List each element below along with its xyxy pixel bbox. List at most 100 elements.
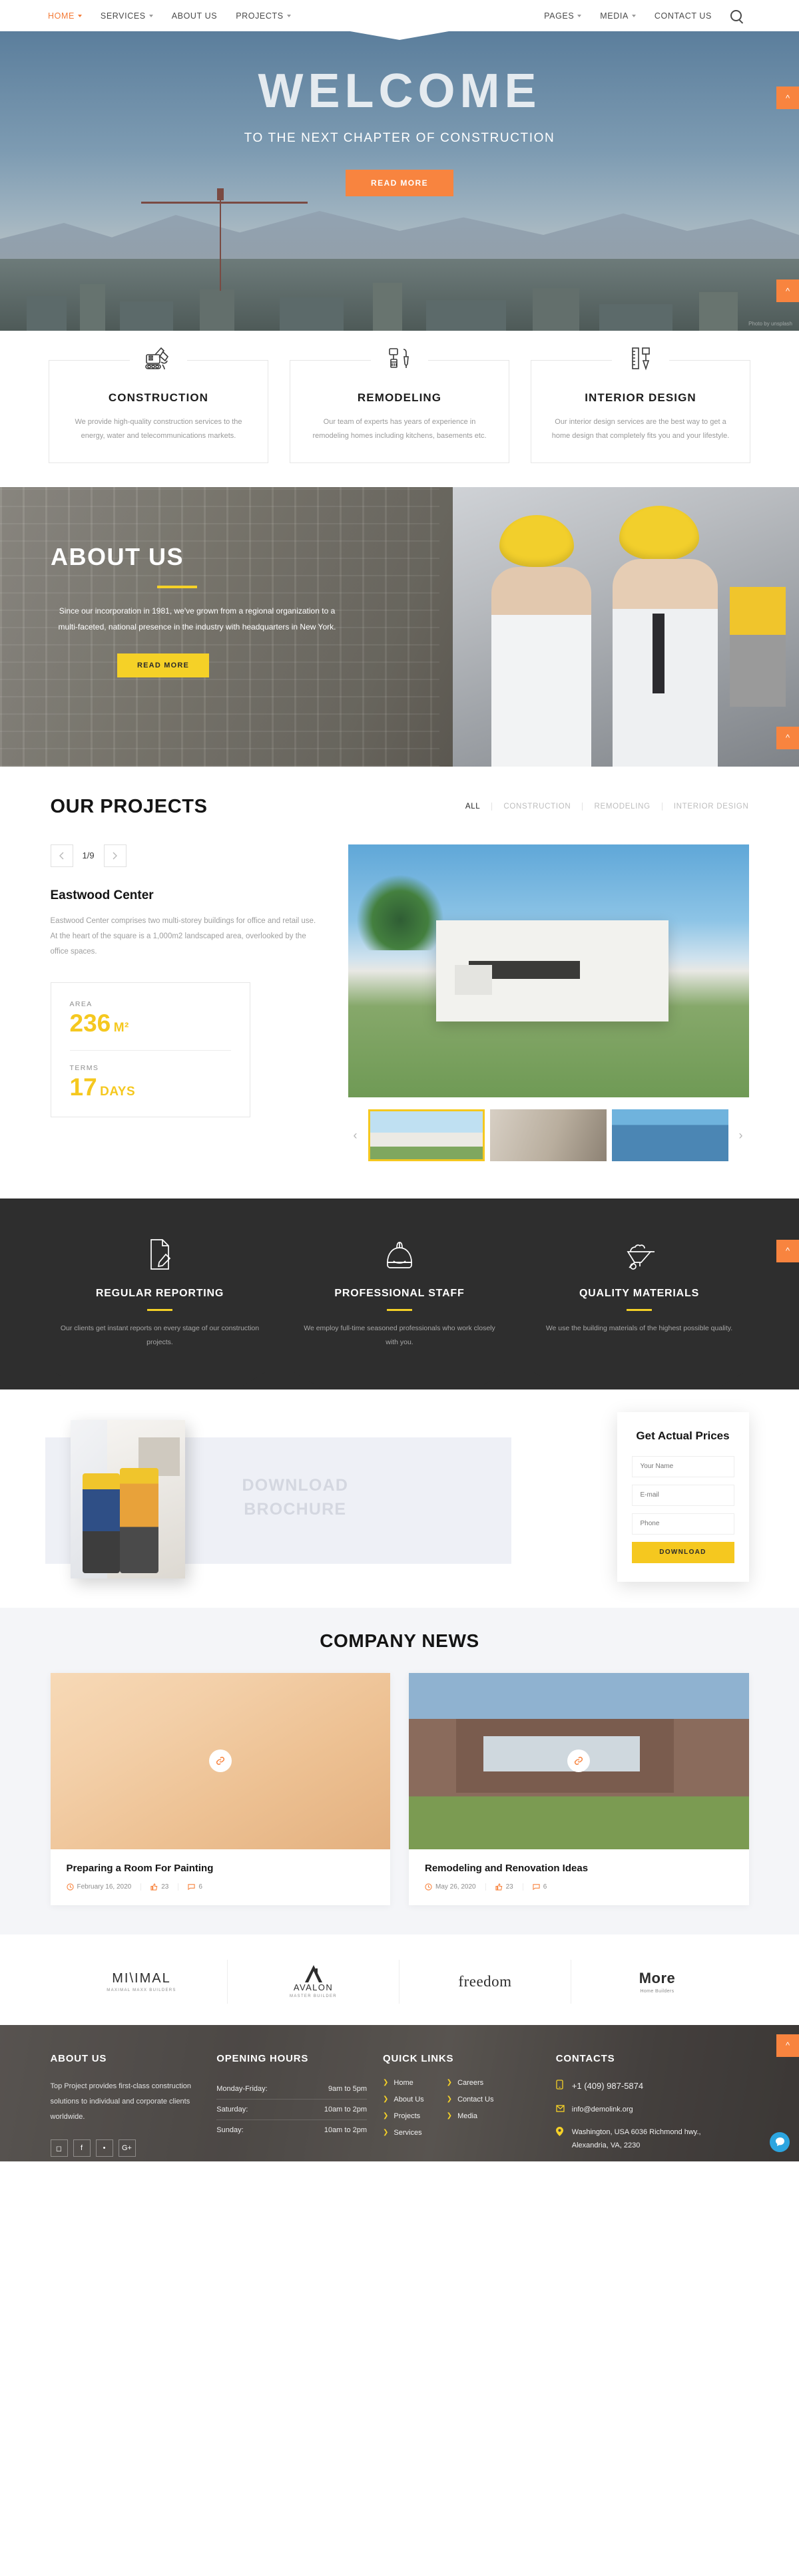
quick-link-contact-us[interactable]: ❯ Contact Us bbox=[447, 2096, 494, 2104]
quick-link-careers[interactable]: ❯ Careers bbox=[447, 2079, 494, 2087]
worker-figure bbox=[491, 566, 591, 767]
footer-heading: QUICK LINKS bbox=[383, 2052, 454, 2064]
contact-email[interactable]: info@demolink.org bbox=[556, 2104, 733, 2117]
search-icon[interactable] bbox=[730, 10, 742, 21]
comment-icon bbox=[188, 1884, 195, 1891]
news-date: May 26, 2020 bbox=[425, 1883, 486, 1891]
filter-all[interactable]: ALL bbox=[454, 803, 493, 811]
nav-label: PROJECTS bbox=[236, 11, 284, 21]
service-card-interior-design[interactable]: INTERIOR DESIGN Our interior design serv… bbox=[531, 343, 750, 463]
nav-item-home[interactable]: HOME bbox=[48, 11, 82, 21]
thumbnail-1[interactable] bbox=[368, 1109, 485, 1161]
about-content: ABOUT US Since our incorporation in 1981… bbox=[0, 487, 360, 677]
chat-icon[interactable] bbox=[770, 2131, 790, 2152]
facebook-icon[interactable]: f bbox=[73, 2139, 91, 2157]
palm-trees bbox=[356, 874, 444, 951]
scroll-up-button[interactable]: ^ bbox=[776, 726, 799, 749]
crane-icon bbox=[141, 188, 308, 291]
news-card[interactable]: Preparing a Room For Painting February 1… bbox=[50, 1672, 390, 1905]
footer-about-column: ABOUT US Top Project provides first-clas… bbox=[50, 2052, 217, 2161]
link-icon[interactable] bbox=[208, 1749, 232, 1773]
service-card-construction[interactable]: CONSTRUCTION We provide high-quality con… bbox=[49, 343, 268, 463]
thumbs-next-button[interactable]: › bbox=[734, 1129, 748, 1141]
about-read-more-button[interactable]: READ MORE bbox=[117, 653, 210, 677]
link-icon[interactable] bbox=[567, 1749, 591, 1773]
house-windows bbox=[483, 1736, 641, 1772]
contact-phone[interactable]: +1 (409) 987-5874 bbox=[556, 2079, 733, 2094]
chevron-right-icon: ❯ bbox=[383, 2129, 389, 2137]
filter-construction[interactable]: CONSTRUCTION bbox=[492, 803, 583, 811]
quick-link-media[interactable]: ❯ Media bbox=[447, 2112, 494, 2120]
thumbs-prev-button[interactable]: ‹ bbox=[348, 1129, 363, 1141]
feature-title: QUALITY MATERIALS bbox=[579, 1287, 700, 1299]
nav-item-pages[interactable]: PAGES bbox=[544, 11, 582, 21]
quick-link-projects[interactable]: ❯ Projects bbox=[383, 2112, 424, 2120]
partner-logo-avalon[interactable]: AVALON MASTER BUILDER bbox=[228, 1959, 400, 2004]
thumbnail-3[interactable] bbox=[611, 1109, 728, 1161]
partner-logo-freedom[interactable]: freedom bbox=[400, 1959, 571, 2004]
phone-field[interactable] bbox=[631, 1513, 734, 1535]
filter-remodeling[interactable]: REMODELING bbox=[583, 803, 663, 811]
scroll-up-button[interactable]: ^ bbox=[776, 2034, 799, 2057]
building bbox=[280, 297, 344, 331]
quick-links-col-1: ❯ Home ❯ About Us ❯ Projects ❯ Services bbox=[383, 2079, 424, 2145]
feature-title: PROFESSIONAL STAFF bbox=[334, 1287, 465, 1299]
email-field[interactable] bbox=[631, 1484, 734, 1506]
brochure-cover-image[interactable] bbox=[70, 1419, 185, 1578]
quick-link-home[interactable]: ❯ Home bbox=[383, 2079, 424, 2087]
stat-unit: M² bbox=[113, 1020, 129, 1035]
stat-unit: DAYS bbox=[100, 1084, 136, 1099]
nav-item-projects[interactable]: PROJECTS bbox=[236, 11, 291, 21]
likes-count: 23 bbox=[161, 1883, 169, 1891]
scroll-up-button[interactable]: ^ bbox=[776, 1239, 799, 1262]
footer-heading: ABOUT US bbox=[50, 2052, 107, 2064]
scroll-up-button[interactable]: ^ bbox=[776, 279, 799, 302]
nav-item-contact-us[interactable]: CONTACT US bbox=[655, 11, 712, 21]
stat-value: 17 DAYS bbox=[70, 1075, 231, 1099]
nav-label: ABOUT US bbox=[171, 11, 218, 21]
stat-label: TERMS bbox=[69, 1063, 99, 1072]
prev-project-button[interactable] bbox=[50, 844, 73, 867]
partner-logo-more[interactable]: More Home Builders bbox=[571, 1960, 743, 2004]
service-title: CONSTRUCTION bbox=[108, 391, 209, 404]
stat-number: 236 bbox=[69, 1009, 111, 1037]
service-card-remodeling[interactable]: REMODELING Our team of experts has years… bbox=[290, 343, 509, 463]
news-date: February 16, 2020 bbox=[66, 1883, 142, 1891]
news-title[interactable]: Preparing a Room For Painting bbox=[67, 1863, 375, 1874]
link-label: Careers bbox=[457, 2078, 484, 2087]
get-prices-form: Get Actual Prices DOWNLOAD bbox=[617, 1411, 749, 1582]
hours-row: Monday-Friday: 9am to 5pm bbox=[216, 2079, 368, 2100]
hero-photo-credit: Photo by unsplash bbox=[748, 321, 792, 327]
quick-link-about-us[interactable]: ❯ About Us bbox=[383, 2096, 424, 2104]
news-title[interactable]: Remodeling and Renovation Ideas bbox=[425, 1863, 733, 1874]
project-main-image[interactable] bbox=[348, 844, 749, 1097]
next-project-button[interactable] bbox=[103, 844, 127, 867]
thumbnail-2[interactable] bbox=[489, 1109, 607, 1161]
news-card[interactable]: Remodeling and Renovation Ideas May 26, … bbox=[409, 1672, 749, 1905]
partner-logo-minimal[interactable]: MI\IMAL MAXIMAL MAXX BUILDERS bbox=[56, 1959, 228, 2004]
filter-interior-design[interactable]: INTERIOR DESIGN bbox=[663, 803, 749, 811]
quick-link-services[interactable]: ❯ Services bbox=[383, 2129, 424, 2137]
comment-icon bbox=[533, 1884, 540, 1891]
clock-icon bbox=[425, 1883, 432, 1891]
hours-day: Sunday: bbox=[216, 2125, 244, 2134]
worker-figure bbox=[613, 558, 718, 767]
footer-heading: OPENING HOURS bbox=[216, 2052, 309, 2064]
nav-item-media[interactable]: MEDIA bbox=[600, 11, 636, 21]
nav-item-about-us[interactable]: ABOUT US bbox=[172, 11, 217, 21]
hero-read-more-button[interactable]: READ MORE bbox=[346, 170, 453, 196]
scroll-up-button[interactable]: ^ bbox=[776, 87, 799, 109]
twitter-icon[interactable]: • bbox=[95, 2139, 113, 2157]
chevron-down-icon bbox=[77, 14, 82, 17]
nav-item-services[interactable]: SERVICES bbox=[101, 11, 153, 21]
notch-shape bbox=[294, 1372, 505, 1389]
brochure-line-2: BROCHURE bbox=[244, 1500, 347, 1519]
project-description: Eastwood Center comprises two multi-stor… bbox=[50, 916, 316, 956]
feature-text: We use the building materials of the hig… bbox=[545, 1324, 733, 1332]
download-button[interactable]: DOWNLOAD bbox=[631, 1541, 734, 1563]
name-field[interactable] bbox=[631, 1455, 734, 1477]
stat-label: AREA bbox=[69, 1000, 93, 1008]
chevron-down-icon bbox=[577, 14, 582, 17]
instagram-icon[interactable]: ◻ bbox=[50, 2139, 68, 2157]
google-plus-icon[interactable]: G+ bbox=[118, 2139, 136, 2157]
